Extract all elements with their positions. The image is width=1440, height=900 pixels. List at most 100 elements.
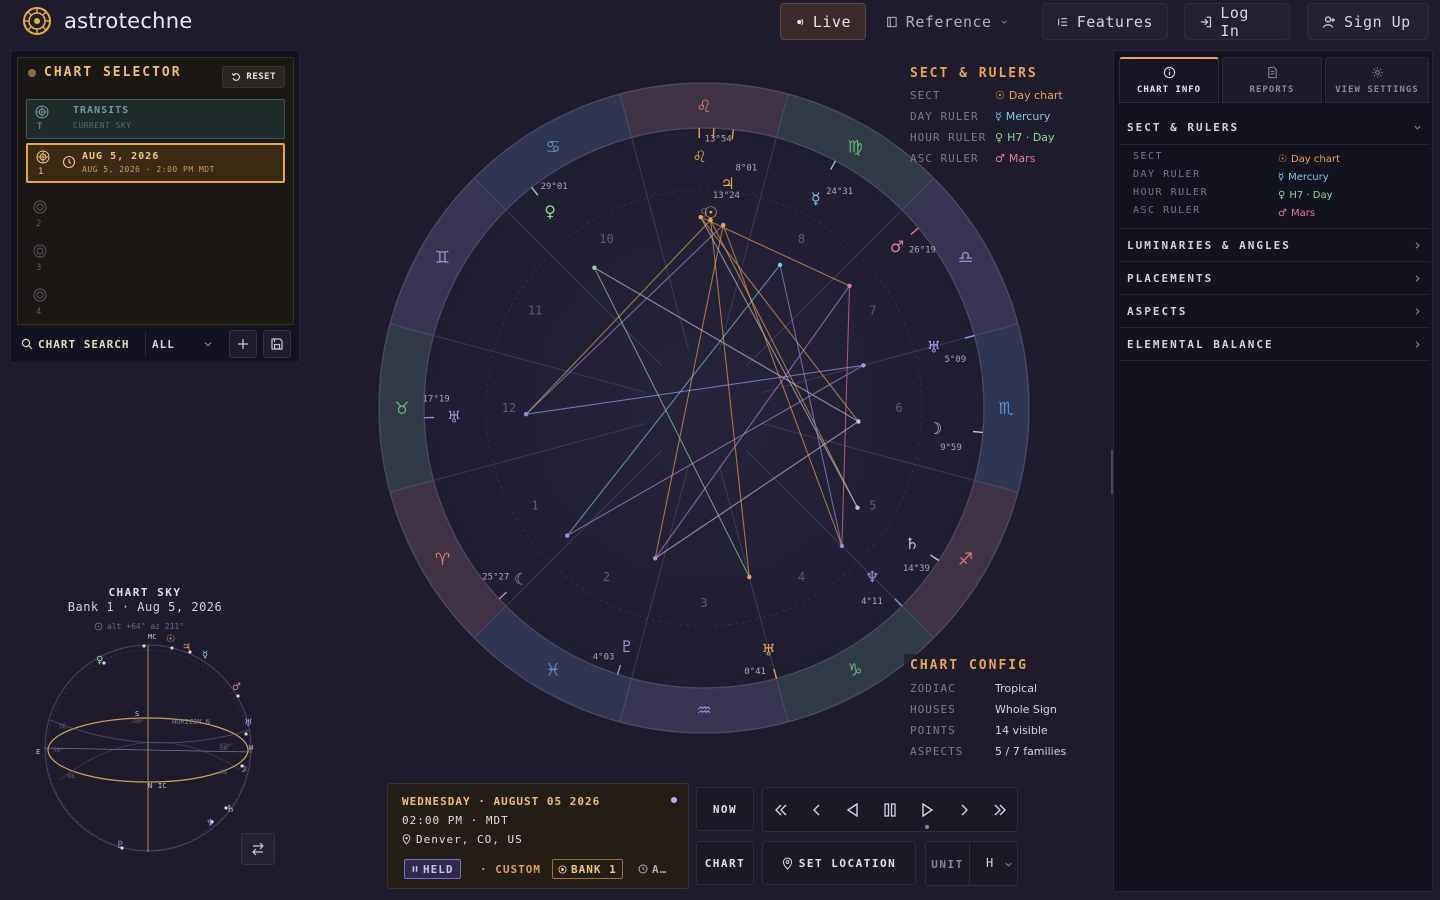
features-label: Features xyxy=(1076,12,1153,31)
forward-fast-button[interactable] xyxy=(982,788,1018,832)
live-button[interactable]: Live xyxy=(780,3,866,40)
planet-sun_top-icon[interactable]: ♌ xyxy=(692,147,706,166)
planet-moon-icon[interactable]: ☽ xyxy=(928,419,942,438)
sun-logo-icon xyxy=(23,7,51,35)
chart-search-input[interactable]: CHART SEARCH xyxy=(17,331,141,357)
reference-menu[interactable]: Reference xyxy=(872,3,1022,40)
asc-ruler-value: ♂ Mars xyxy=(1278,208,1316,219)
chart-sky-title: CHART SKY xyxy=(108,586,182,599)
chart-sky-subtitle: Bank 1 · Aug 5, 2026 xyxy=(67,600,223,614)
unit-selector[interactable]: UNIT H xyxy=(925,841,1018,886)
hour-ruler-value: ♀ H7 · Day xyxy=(995,131,1055,144)
section-aspects[interactable]: ASPECTS xyxy=(1120,295,1430,328)
section-title: LUMINARIES & ANGLES xyxy=(1127,239,1291,252)
slot-4-empty[interactable]: 4 xyxy=(32,287,62,327)
planet-lilith-icon[interactable]: ☾ xyxy=(514,569,528,588)
sky-label-se: SE xyxy=(59,723,67,730)
house-number: 6 xyxy=(895,401,902,415)
planet-chiron-icon[interactable]: ♅ xyxy=(762,640,776,659)
chevron-right-icon xyxy=(961,804,968,816)
play-reverse-icon xyxy=(846,802,858,818)
planet-pluto-icon[interactable]: ♇ xyxy=(620,637,634,656)
asc-ruler-value: ♂ Mars xyxy=(995,152,1036,165)
sky-sphere[interactable]: MC S E W N IC HORIZON N SE NE SW NW 90° … xyxy=(30,630,270,860)
features-button[interactable]: Features xyxy=(1042,3,1168,40)
tab-view-settings[interactable]: VIEW SETTINGS xyxy=(1325,57,1429,103)
planet-mars-icon[interactable]: ♂ xyxy=(890,237,904,256)
hour-ruler-key: HOUR RULER xyxy=(910,131,987,144)
live-label: Live xyxy=(812,12,851,31)
slot-title: TRANSITS xyxy=(73,105,130,116)
timezone-badge[interactable]: A… xyxy=(638,859,667,879)
tab-chart-info[interactable]: CHART INFO xyxy=(1119,57,1219,103)
day-ruler-value: ☿ Mercury xyxy=(1278,172,1329,183)
tab-reports[interactable]: REPORTS xyxy=(1222,57,1322,103)
rewind-fast-button[interactable] xyxy=(763,788,799,832)
play-reverse-button[interactable] xyxy=(835,788,871,832)
bank-badge[interactable]: BANK 1 xyxy=(552,859,623,879)
day-ruler-key: DAY RULER xyxy=(910,110,979,123)
planet-mercury-icon[interactable]: ☿ xyxy=(811,189,821,208)
swap-view-button[interactable] xyxy=(241,833,275,865)
house-number: 4 xyxy=(798,570,805,584)
pause-button[interactable] xyxy=(872,788,908,832)
plus-icon xyxy=(238,339,248,349)
sky-neptune-icon: ♆ xyxy=(206,818,215,829)
login-label: Log In xyxy=(1220,3,1249,40)
set-location-button[interactable]: SET LOCATION xyxy=(762,841,916,885)
section-title[interactable]: SECT & RULERS xyxy=(1127,111,1239,144)
slot-number: 3 xyxy=(36,263,42,273)
slot-2-empty[interactable]: 2 xyxy=(32,199,62,239)
aspects-key: ASPECTS xyxy=(910,745,964,758)
hour-ruler-value: ♀ H7 · Day xyxy=(1278,190,1333,201)
planet-degree-label: 17°19 xyxy=(423,395,450,405)
wheel-icon xyxy=(33,288,47,302)
document-icon xyxy=(1267,66,1277,78)
planet-dot xyxy=(856,419,861,424)
sky-pluto-icon: ♇ xyxy=(116,840,125,851)
chart-button[interactable]: CHART xyxy=(696,841,754,885)
slot-transits[interactable]: T TRANSITS CURRENT SKY xyxy=(26,99,285,139)
location-text: Denver, CO, US xyxy=(402,833,523,846)
house-number: 5 xyxy=(869,499,876,513)
natal-wheel[interactable]: ♌♍♎♏♐♑♒♓♈♉♊♋ 123456789101112 ♌13°54☉13°2… xyxy=(378,82,1030,734)
chevron-right-icon xyxy=(1413,295,1422,328)
divider xyxy=(1120,144,1430,145)
zodiac-sign-icon: ♈ xyxy=(435,550,450,570)
save-chart-button[interactable] xyxy=(263,330,291,358)
planet-uranus-icon[interactable]: ♅ xyxy=(927,337,941,356)
now-button[interactable]: NOW xyxy=(696,787,754,831)
zodiac-sign-icon: ♒ xyxy=(696,701,711,721)
reset-button[interactable]: RESET xyxy=(222,66,285,88)
play-button[interactable] xyxy=(909,788,945,832)
zodiac-sign-icon: ♋ xyxy=(545,137,560,157)
houses-value: Whole Sign xyxy=(995,703,1057,716)
step-forward-button[interactable] xyxy=(946,788,982,832)
planet-tick xyxy=(972,430,983,434)
slot-3-empty[interactable]: 3 xyxy=(32,243,62,283)
chevron-down-icon[interactable] xyxy=(1413,111,1422,144)
section-title: ELEMENTAL BALANCE xyxy=(1127,338,1274,351)
day-ruler-key: DAY RULER xyxy=(1133,169,1201,180)
held-badge[interactable]: HELD xyxy=(404,859,461,879)
planet-venus-icon[interactable]: ♀ xyxy=(544,202,556,221)
date-time-card[interactable]: WEDNESDAY · AUGUST 05 2026 02:00 PM · MD… xyxy=(387,783,689,889)
planet-degree-label: 5°09 xyxy=(944,355,966,365)
slot-subtitle: AUG 5, 2026 · 2:00 PM MDT xyxy=(82,165,215,174)
section-placements[interactable]: PLACEMENTS xyxy=(1120,262,1430,295)
section-sect-rulers: SECT & RULERS SECT ☉ Day chart DAY RULER … xyxy=(1120,111,1430,229)
slot-1-active[interactable]: 1 AUG 5, 2026 AUG 5, 2026 · 2:00 PM MDT xyxy=(26,143,285,183)
planet-neptune-icon[interactable]: ♆ xyxy=(865,567,879,586)
login-button[interactable]: Log In xyxy=(1184,3,1290,40)
section-luminaries-angles[interactable]: LUMINARIES & ANGLES xyxy=(1120,229,1430,262)
section-elemental-balance[interactable]: ELEMENTAL BALANCE xyxy=(1120,328,1430,361)
add-chart-button[interactable] xyxy=(229,330,257,358)
planet-saturn-icon[interactable]: ♄ xyxy=(905,534,919,553)
signup-button[interactable]: Sign Up xyxy=(1307,3,1429,40)
planet-asc-icon[interactable]: ♅ xyxy=(447,408,461,427)
chart-filter-select[interactable]: ALL xyxy=(145,331,219,357)
sky-venus-icon: ♀ xyxy=(96,655,103,666)
step-back-button[interactable] xyxy=(799,788,835,832)
planet-jupiter-icon[interactable]: ♃ xyxy=(720,174,734,193)
brand[interactable]: astrotechne xyxy=(22,6,193,36)
